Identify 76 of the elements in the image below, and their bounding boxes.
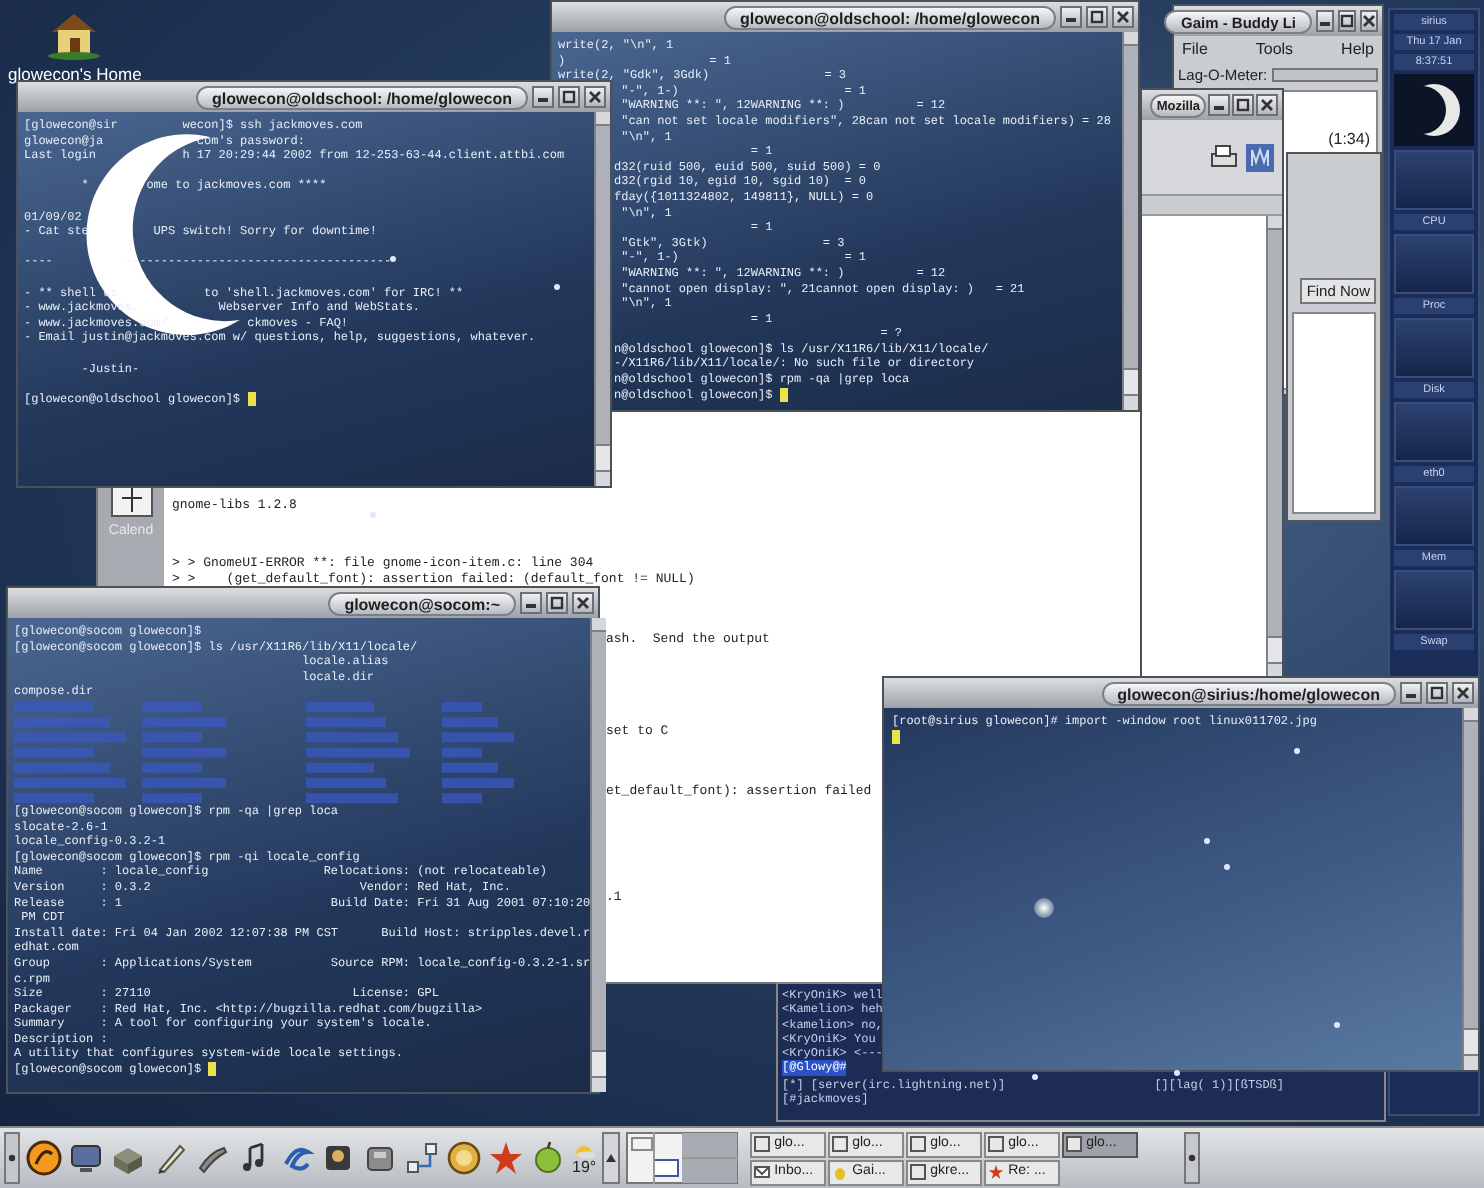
maximize-icon: [1430, 686, 1444, 700]
scrollbar[interactable]: [1266, 216, 1282, 678]
maximize-icon: [550, 596, 564, 610]
dot-icon: [1188, 1154, 1196, 1162]
scrollbar[interactable]: [590, 618, 607, 1092]
maximize-button[interactable]: [1086, 6, 1108, 28]
minimize-button[interactable]: [1208, 94, 1230, 116]
close-button[interactable]: [584, 86, 606, 108]
coin-icon[interactable]: [446, 1140, 482, 1176]
window-title: glowecon@oldschool: /home/glowecon: [723, 5, 1056, 29]
window-icon: [1066, 1136, 1083, 1152]
maximize-button[interactable]: [1426, 682, 1448, 704]
star-icon: [988, 1164, 1005, 1180]
moon-phase-drawing: [1394, 74, 1474, 146]
maximize-icon: [1236, 98, 1250, 112]
maximize-button[interactable]: [1338, 10, 1356, 32]
maximize-button[interactable]: [546, 592, 568, 614]
close-button[interactable]: [1256, 94, 1278, 116]
maximize-icon: [562, 90, 576, 104]
maximize-icon: [1090, 10, 1104, 24]
pencil-icon[interactable]: [152, 1140, 188, 1176]
round-logo-icon[interactable]: [26, 1140, 62, 1176]
envelope-icon: [754, 1164, 771, 1180]
panel-hide-button[interactable]: [1184, 1132, 1200, 1184]
menu-item[interactable]: File: [1182, 38, 1208, 62]
menu-item[interactable]: Tools: [1255, 38, 1294, 62]
monitor-graph: [1394, 402, 1474, 462]
apple-icon[interactable]: [530, 1140, 566, 1176]
minimize-button[interactable]: [520, 592, 542, 614]
close-icon: [1362, 14, 1376, 28]
workspace-pager[interactable]: [626, 1132, 739, 1184]
printer-icon[interactable]: [1208, 143, 1240, 171]
maximize-button[interactable]: [1232, 94, 1254, 116]
window-title: glowecon@sirius:/home/glowecon: [1101, 681, 1396, 705]
window-title: glowecon@socom:~: [328, 591, 516, 615]
close-icon: [1456, 686, 1470, 700]
scrollbar[interactable]: [1122, 32, 1138, 410]
temperature: 19°: [572, 1157, 597, 1175]
close-icon: [588, 90, 602, 104]
desktop-icon-label[interactable]: glowecon's Home: [8, 62, 142, 88]
close-button[interactable]: [572, 592, 594, 614]
minimize-button[interactable]: [532, 86, 554, 108]
star-icon[interactable]: [488, 1140, 524, 1176]
minimize-button[interactable]: [1060, 6, 1082, 28]
monitor-graph: [1394, 234, 1474, 294]
scrollbar[interactable]: [594, 112, 610, 486]
monitor-graph: [1394, 150, 1474, 210]
logo-icon[interactable]: [1246, 143, 1274, 171]
maximize-icon: [1340, 14, 1354, 28]
monitor-icon[interactable]: [68, 1140, 104, 1176]
maximize-button[interactable]: [558, 86, 580, 108]
close-icon: [576, 596, 590, 610]
network-icon[interactable]: [404, 1140, 440, 1176]
monitor-graph: [1394, 318, 1474, 378]
monitor-graph: [1394, 570, 1474, 630]
close-icon: [1260, 98, 1274, 112]
lag-meter: [1271, 68, 1378, 83]
scrollbar[interactable]: [1462, 708, 1478, 1070]
idle-time: (1:34): [1328, 128, 1370, 153]
minimize-button[interactable]: [1400, 682, 1422, 704]
dot-icon: [8, 1154, 16, 1162]
scroll-button[interactable]: [602, 1132, 621, 1184]
panel-hide-button[interactable]: [4, 1132, 20, 1184]
window-icon: [754, 1136, 771, 1152]
window-icon: [988, 1136, 1005, 1152]
close-icon: [1116, 10, 1130, 24]
close-button[interactable]: [1452, 682, 1474, 704]
window-title: glowecon@oldschool: /home/glowecon: [195, 85, 528, 109]
menu-item[interactable]: Help: [1341, 38, 1374, 62]
close-button[interactable]: [1112, 6, 1134, 28]
window-icon: [832, 1136, 849, 1152]
house-icon[interactable]: [46, 8, 103, 60]
up-arrow-icon: [606, 1154, 617, 1162]
close-button[interactable]: [1360, 10, 1378, 32]
minimize-button[interactable]: [1316, 10, 1334, 32]
monitor-graph: [1394, 486, 1474, 546]
